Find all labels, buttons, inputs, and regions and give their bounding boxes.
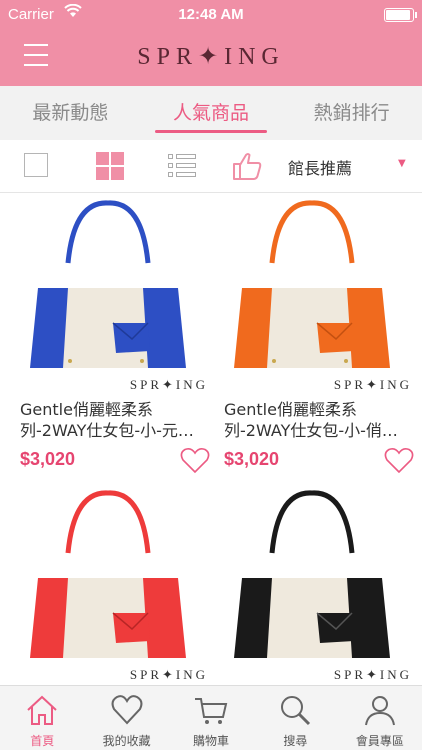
product-price: $3,020 [224, 449, 280, 469]
view-toolbar: 館長推薦 ▼ [0, 140, 422, 193]
cart-icon [195, 698, 228, 724]
search-icon [281, 696, 311, 726]
brand-logo: SPR✦ING [137, 44, 285, 70]
brand-watermark: SPR✦ING [333, 667, 412, 682]
nav-member[interactable]: 會員專區 [338, 686, 422, 750]
tab-popular[interactable]: 人氣商品 [141, 86, 282, 140]
product-price: $3,020 [20, 449, 76, 469]
brand-watermark: SPR✦ING [129, 667, 208, 682]
status-bar: Carrier 12:48 AM [0, 0, 422, 28]
sort-dropdown[interactable]: 館長推薦 [288, 155, 352, 179]
product-image[interactable] [212, 193, 416, 393]
nav-search[interactable]: 搜尋 [253, 686, 337, 750]
bottom-nav: 首頁 我的收藏 購物車 搜尋 會員專區 [0, 685, 422, 750]
heart-icon [111, 695, 143, 725]
product-name[interactable]: Gentle俏麗輕柔系 列-2WAY仕女包-小-俏… [224, 399, 414, 441]
user-icon [364, 696, 395, 726]
grid-view-button[interactable] [96, 152, 124, 180]
chevron-down-icon[interactable]: ▼ [398, 158, 406, 169]
brand-watermark: SPR✦ING [333, 377, 412, 392]
list-view-button[interactable] [168, 152, 196, 180]
heart-icon[interactable] [384, 447, 414, 478]
app-header: SPR✦ING [0, 28, 422, 86]
product-name[interactable]: Gentle俏麗輕柔系 列-2WAY仕女包-小-元… [20, 399, 210, 441]
brand-watermark: SPR✦ING [129, 377, 208, 392]
heart-icon[interactable] [180, 447, 210, 478]
battery-icon [384, 8, 417, 22]
thumbs-up-icon[interactable] [232, 152, 262, 184]
nav-home[interactable]: 首頁 [0, 686, 84, 750]
product-grid: SPR✦ING Gentle俏麗輕柔系 列-2WAY仕女包-小-元… $3,020… [0, 193, 422, 685]
category-tabs: 最新動態 人氣商品 熱銷排行 [0, 86, 422, 140]
nav-favorites[interactable]: 我的收藏 [84, 686, 168, 750]
single-view-button[interactable] [24, 153, 48, 177]
nav-cart[interactable]: 購物車 [169, 686, 253, 750]
clock: 12:48 AM [178, 6, 244, 23]
product-image[interactable] [212, 483, 416, 683]
tab-bestsellers[interactable]: 熱銷排行 [281, 86, 422, 140]
product-image[interactable] [8, 483, 212, 683]
tab-latest[interactable]: 最新動態 [0, 86, 141, 140]
home-icon [27, 695, 57, 725]
product-image[interactable] [8, 193, 212, 393]
